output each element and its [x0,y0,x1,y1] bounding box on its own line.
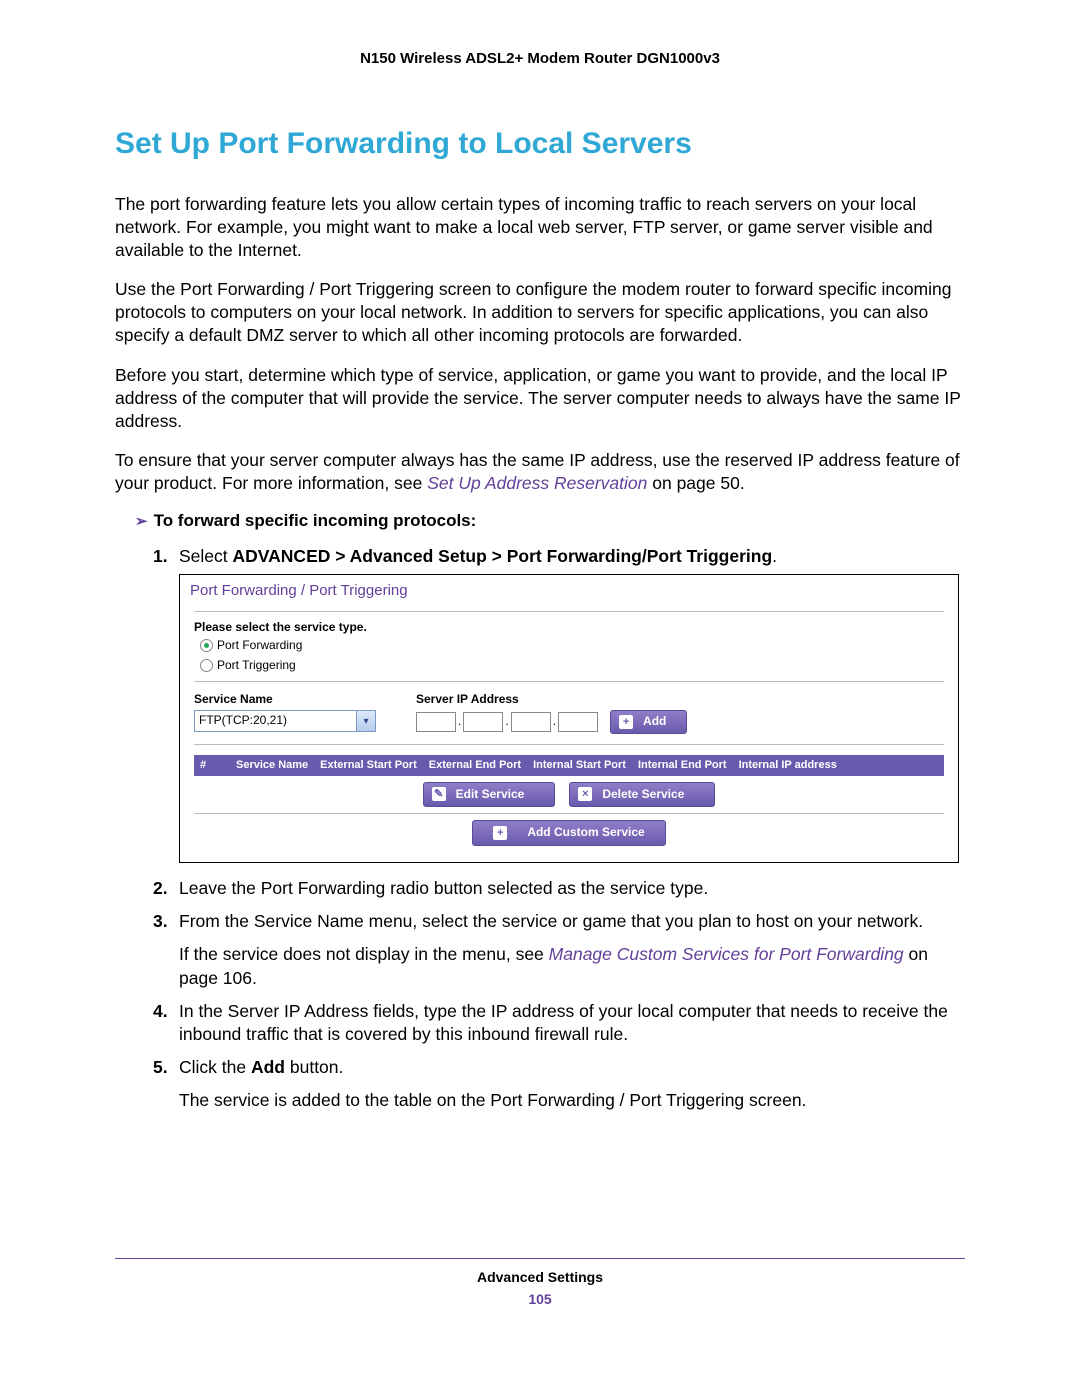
chevron-down-icon: ▾ [356,711,375,731]
link-custom-services[interactable]: Manage Custom Services for Port Forwardi… [549,944,904,964]
step-3: 3. From the Service Name menu, select th… [153,910,965,989]
page-footer: Advanced Settings 105 [115,1258,965,1307]
step-number: 5. [153,1056,168,1079]
step-number: 2. [153,877,168,900]
step-number: 3. [153,910,168,933]
service-name-label: Service Name [194,692,376,708]
page: N150 Wireless ADSL2+ Modem Router DGN100… [0,0,1080,1397]
close-icon: × [578,787,592,801]
intro-para-4: To ensure that your server computer alwa… [115,449,965,495]
service-type-label: Please select the service type. [182,620,956,636]
intro-para-1: The port forwarding feature lets you all… [115,193,965,262]
footer-page-number: 105 [115,1291,965,1307]
step-5a: Click the [179,1057,251,1077]
plus-icon: + [619,715,633,729]
pencil-icon: ✎ [432,787,446,801]
th-hash: # [194,755,230,776]
edit-service-button[interactable]: ✎ Edit Service [423,782,556,808]
step-5-result: The service is added to the table on the… [179,1089,965,1112]
service-name-value: FTP(TCP:20,21) [195,713,356,729]
server-ip-label: Server IP Address [416,692,687,708]
intro-para-3: Before you start, determine which type o… [115,364,965,433]
radio-icon [200,659,213,672]
step-4-text: In the Server IP Address fields, type th… [179,1001,948,1044]
ip-octet-3[interactable] [511,712,551,732]
step-4: 4. In the Server IP Address fields, type… [153,1000,965,1046]
radio-port-triggering[interactable]: Port Triggering [182,656,956,676]
edit-service-label: Edit Service [456,787,525,803]
divider [194,813,944,814]
doc-header: N150 Wireless ADSL2+ Modem Router DGN100… [115,50,965,67]
steps-list: 1. Select ADVANCED > Advanced Setup > Po… [153,545,965,1112]
arrow-icon: ➢ [135,513,148,530]
link-address-reservation[interactable]: Set Up Address Reservation [427,473,647,493]
delete-service-label: Delete Service [602,787,684,803]
service-name-select[interactable]: FTP(TCP:20,21) ▾ [194,710,376,732]
step-2: 2. Leave the Port Forwarding radio butto… [153,877,965,900]
step-number: 1. [153,545,168,568]
screenshot-title: Port Forwarding / Port Triggering [182,577,956,611]
step-2-text: Leave the Port Forwarding radio button s… [179,878,708,898]
radio-port-forwarding-label: Port Forwarding [217,638,302,654]
add-button[interactable]: + Add [610,710,687,734]
page-title: Set Up Port Forwarding to Local Servers [115,127,965,161]
para4-text-b: on page 50. [647,473,744,493]
procedure-heading-text: To forward specific incoming protocols: [154,511,477,530]
step-3b-pre: If the service does not display in the m… [179,944,549,964]
table-header: # Service Name External Start Port Exter… [194,755,944,776]
th-ext-end: External End Port [423,755,527,776]
th-int-ip: Internal IP address [733,755,843,776]
step-5: 5. Click the Add button. The service is … [153,1056,965,1112]
th-ext-start: External Start Port [314,755,423,776]
th-service-name: Service Name [230,755,314,776]
plus-icon: + [493,826,507,840]
intro-para-2: Use the Port Forwarding / Port Triggerin… [115,278,965,347]
add-custom-service-label: Add Custom Service [527,825,644,841]
radio-port-triggering-label: Port Triggering [217,658,296,674]
step-1-text-b: . [772,546,777,566]
divider [194,681,944,682]
divider [194,611,944,612]
screenshot-panel: Port Forwarding / Port Triggering Please… [179,574,959,863]
step-5b: button. [285,1057,343,1077]
radio-icon [200,639,213,652]
th-int-start: Internal Start Port [527,755,632,776]
step-5-bold: Add [251,1057,285,1077]
ip-octet-4[interactable] [558,712,598,732]
step-3-text: From the Service Name menu, select the s… [179,911,923,931]
step-1-path: ADVANCED > Advanced Setup > Port Forward… [233,546,773,566]
ip-octet-1[interactable] [416,712,456,732]
ip-octet-2[interactable] [463,712,503,732]
step-1-text-a: Select [179,546,233,566]
ip-address-fields[interactable]: . . . [416,712,598,732]
divider [194,744,944,745]
radio-port-forwarding[interactable]: Port Forwarding [182,636,956,656]
procedure-heading: ➢ To forward specific incoming protocols: [135,511,965,531]
step-1: 1. Select ADVANCED > Advanced Setup > Po… [153,545,965,863]
add-button-label: Add [643,714,666,730]
add-custom-service-button[interactable]: + Add Custom Service [472,820,665,846]
footer-section: Advanced Settings [115,1269,965,1285]
step-number: 4. [153,1000,168,1023]
th-int-end: Internal End Port [632,755,733,776]
delete-service-button[interactable]: × Delete Service [569,782,715,808]
